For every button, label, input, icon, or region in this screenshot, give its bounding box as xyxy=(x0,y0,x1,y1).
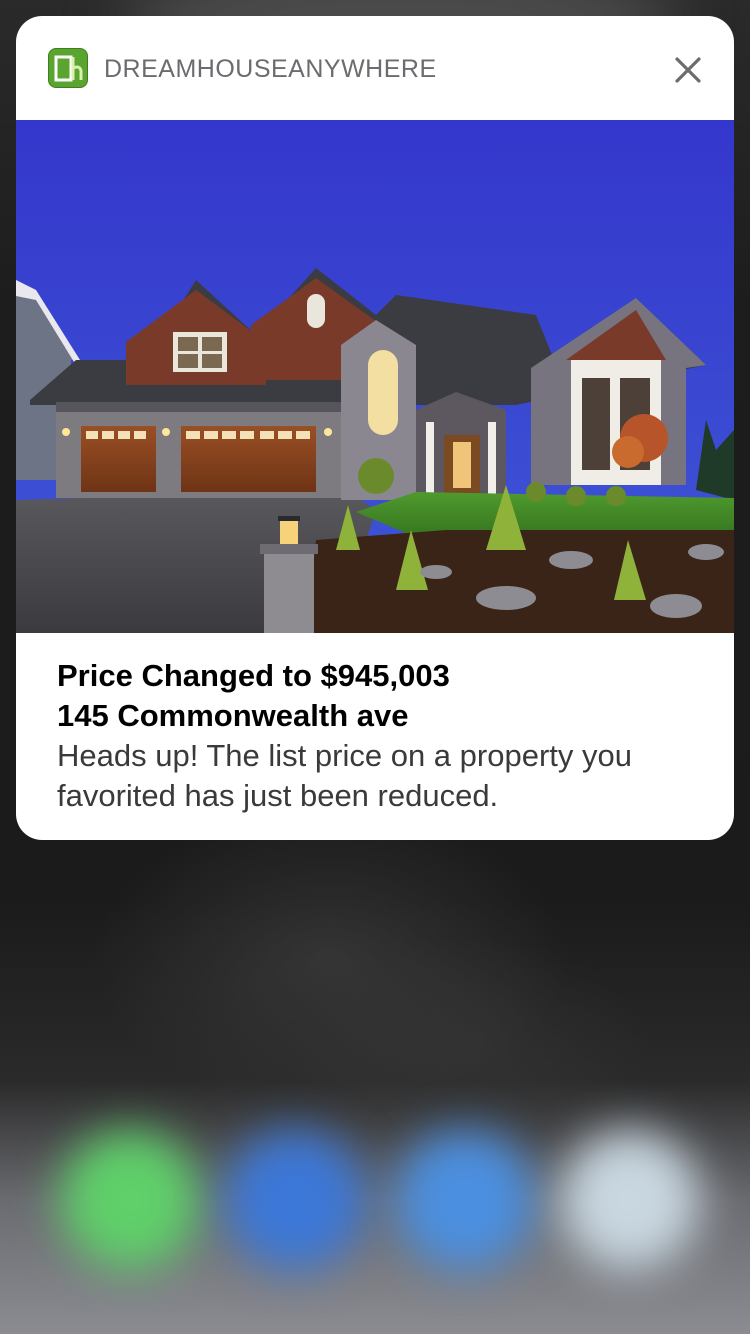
house-photo xyxy=(16,120,734,633)
notification-title: Price Changed to $945,003 xyxy=(57,658,450,693)
dh-logo-icon xyxy=(48,48,88,88)
notification-body-line: favorited has just been reduced. xyxy=(57,778,499,813)
notification-body-line: Heads up! The list price on a property y… xyxy=(57,738,632,773)
notification-content: Price Changed to $945,003 145 Commonweal… xyxy=(57,656,707,816)
close-button[interactable] xyxy=(668,50,708,90)
notification-card[interactable]: DREAMHOUSEANYWHERE Price Changed to $945… xyxy=(16,16,734,840)
app-name: DREAMHOUSEANYWHERE xyxy=(104,55,437,83)
notification-header: DREAMHOUSEANYWHERE xyxy=(16,16,734,120)
close-icon xyxy=(675,57,701,83)
blurred-dock-app-icon xyxy=(225,1130,365,1270)
blurred-dock-app-icon xyxy=(60,1130,200,1270)
notification-subtitle: 145 Commonwealth ave xyxy=(57,698,409,733)
blurred-dock-app-icon xyxy=(560,1130,700,1270)
blurred-dock-app-icon xyxy=(395,1130,535,1270)
